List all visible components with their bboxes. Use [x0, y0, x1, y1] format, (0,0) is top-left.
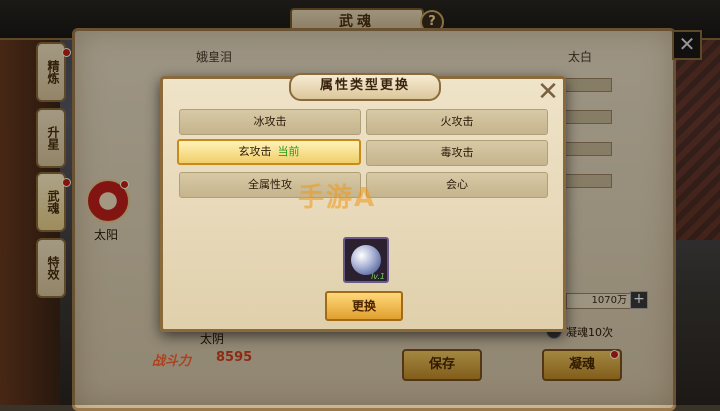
- gem-orb-icon: [351, 245, 381, 275]
- option-fire-attack[interactable]: 火攻击: [366, 109, 548, 135]
- option-label: 毒攻击: [440, 146, 474, 159]
- option-critical[interactable]: 会心: [366, 172, 548, 198]
- option-label: 全属性攻: [248, 178, 292, 191]
- watermark-logo: 手游A: [298, 183, 377, 213]
- option-label: 会心: [446, 178, 468, 191]
- attribute-type-dialog: 属性类型更换 ✕ 冰攻击 火攻击 玄攻击 当前 毒攻击 全属性攻 会心 手游A l…: [160, 73, 566, 332]
- option-xuan-attack[interactable]: 玄攻击 当前: [177, 139, 361, 165]
- change-button[interactable]: 更换: [325, 291, 403, 321]
- option-label: 火攻击: [440, 115, 474, 128]
- current-tag: 当前: [277, 145, 300, 158]
- dialog-title: 属性类型更换: [289, 73, 441, 101]
- option-label: 冰攻击: [253, 115, 287, 128]
- option-ice-attack[interactable]: 冰攻击: [179, 109, 361, 135]
- gem-level: lv.1: [371, 272, 385, 281]
- dialog-close-icon[interactable]: ✕: [536, 79, 560, 105]
- gem-slot[interactable]: lv.1: [343, 237, 389, 283]
- option-label: 玄攻击: [238, 145, 272, 158]
- option-poison-attack[interactable]: 毒攻击: [366, 140, 548, 166]
